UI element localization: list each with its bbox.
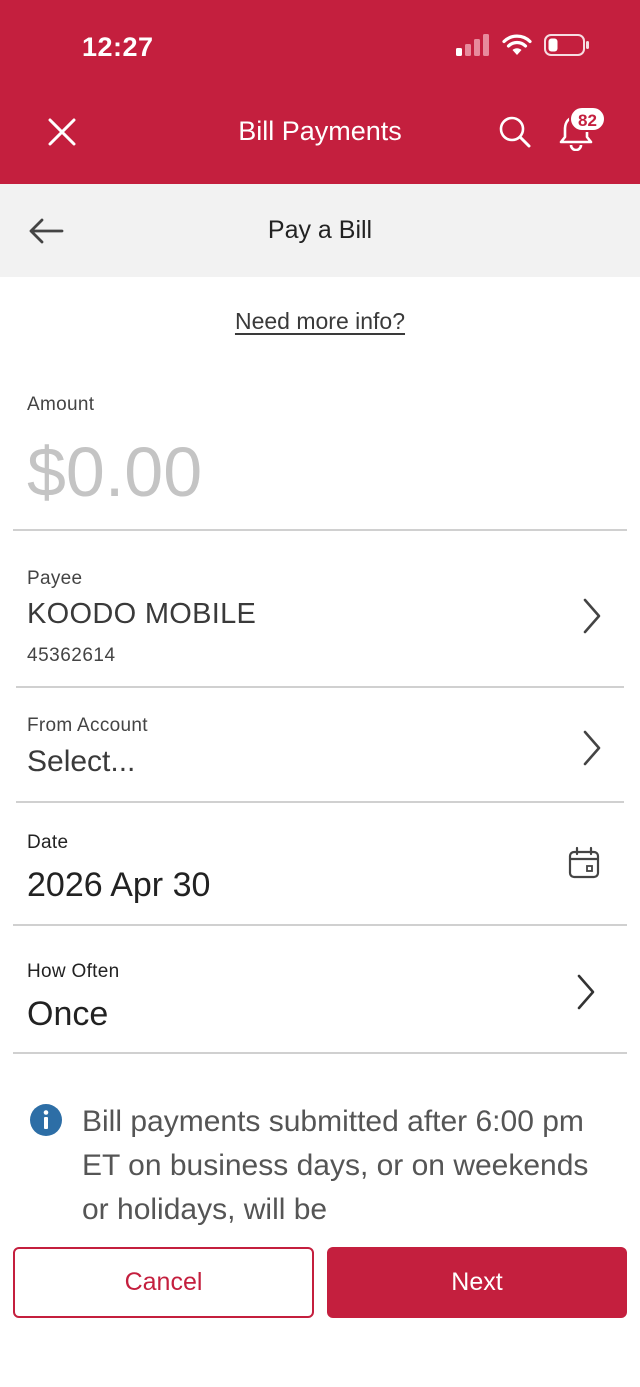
notification-badge: 82: [569, 106, 606, 132]
date-label: Date: [27, 832, 69, 853]
search-icon: [499, 116, 531, 148]
payee-number: 45362614: [27, 645, 116, 666]
divider: [16, 686, 624, 688]
need-more-info-link[interactable]: Need more info?: [0, 308, 640, 335]
from-account-label: From Account: [27, 715, 148, 736]
how-often-value: Once: [27, 995, 109, 1033]
cellular-signal-icon: [456, 34, 489, 56]
search-button[interactable]: [496, 113, 534, 151]
app-header: 12:27 Bill Payments 82: [0, 0, 640, 184]
cancel-button[interactable]: Cancel: [13, 1247, 314, 1318]
info-icon: [30, 1104, 62, 1136]
chevron-right-icon: [583, 598, 601, 634]
divider: [13, 529, 627, 531]
page-title: Bill Payments: [238, 116, 402, 146]
from-account-select: Select...: [27, 745, 136, 778]
subheader-title: Pay a Bill: [267, 216, 373, 244]
divider: [13, 924, 627, 926]
amount-input[interactable]: $0.00: [27, 432, 202, 512]
payee-name: KOODO MOBILE: [27, 598, 257, 630]
battery-icon: [544, 34, 589, 56]
how-often-label: How Often: [27, 961, 120, 982]
amount-label: Amount: [27, 394, 95, 415]
payment-notice: Bill payments submitted after 6:00 pm ET…: [82, 1105, 589, 1225]
next-button[interactable]: Next: [327, 1247, 627, 1318]
date-value: 2026 Apr 30: [27, 866, 211, 904]
wifi-icon: [502, 34, 532, 55]
status-time: 12:27: [82, 32, 154, 62]
calendar-icon[interactable]: [567, 846, 601, 880]
payee-label: Payee: [27, 568, 83, 589]
status-icons: [456, 34, 590, 56]
chevron-right-icon: [577, 974, 595, 1010]
chevron-right-icon: [583, 730, 601, 766]
divider: [16, 801, 624, 803]
divider: [13, 1052, 627, 1054]
